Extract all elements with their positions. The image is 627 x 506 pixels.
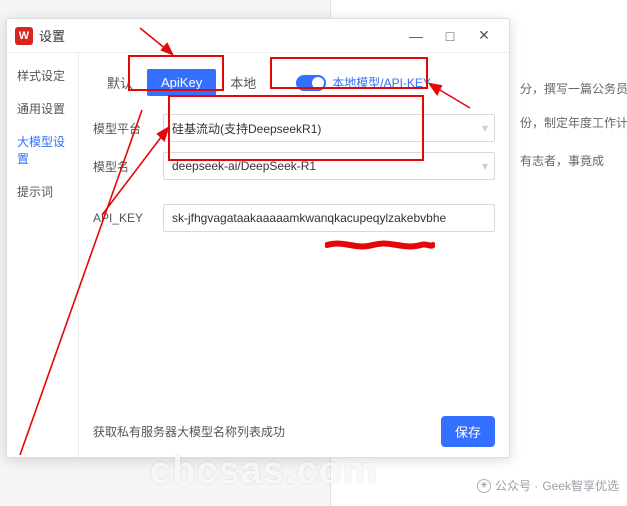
titlebar: W 设置 — □ ✕: [7, 19, 509, 53]
input-apikey[interactable]: sk-jfhgvagataakaaaaamkwanqkacupeqylzakeb…: [163, 204, 495, 232]
chevron-down-icon: ▾: [482, 121, 488, 135]
bg-text-2: 份，制定年度工作计划: [520, 114, 627, 131]
sidebar-item-general[interactable]: 通用设置: [7, 92, 78, 125]
bg-text-3: 有志者，事竟成: [520, 152, 604, 169]
footer: 获取私有服务器大模型名称列表成功 保存: [93, 408, 495, 447]
chevron-down-icon: ▾: [482, 159, 488, 173]
sidebar: 样式设定 通用设置 大模型设置 提示词: [7, 53, 79, 457]
select-model[interactable]: deepseek-ai/DeepSeek-R1 ▾: [163, 152, 495, 180]
select-platform-value: 硅基流动(支持DeepseekR1): [172, 120, 321, 137]
tabs-row: 默认 ApiKey 本地 本地模型/API-KEY: [93, 67, 495, 98]
dialog-title: 设置: [39, 26, 399, 45]
minimize-button[interactable]: —: [399, 21, 433, 51]
maximize-button[interactable]: □: [433, 21, 467, 51]
save-button[interactable]: 保存: [441, 416, 495, 447]
local-model-toggle-block: 本地模型/API-KEY: [296, 74, 431, 91]
select-platform[interactable]: 硅基流动(支持DeepseekR1) ▾: [163, 114, 495, 142]
tab-local[interactable]: 本地: [216, 67, 270, 98]
tab-default[interactable]: 默认: [93, 67, 147, 98]
label-model: 模型名: [93, 158, 163, 175]
local-model-toggle-label: 本地模型/API-KEY: [332, 74, 431, 91]
label-platform: 模型平台: [93, 120, 163, 137]
app-logo: W: [15, 27, 33, 45]
sidebar-item-style[interactable]: 样式设定: [7, 59, 78, 92]
label-apikey: API_KEY: [93, 211, 163, 225]
sidebar-item-prompt[interactable]: 提示词: [7, 175, 78, 208]
dialog-body: 样式设定 通用设置 大模型设置 提示词 默认 ApiKey 本地 本地模型/AP…: [7, 53, 509, 457]
close-button[interactable]: ✕: [467, 21, 501, 51]
row-model: 模型名 deepseek-ai/DeepSeek-R1 ▾: [93, 152, 495, 180]
content-pane: 默认 ApiKey 本地 本地模型/API-KEY 模型平台 硅基流动(支持De…: [79, 53, 509, 457]
row-platform: 模型平台 硅基流动(支持DeepseekR1) ▾: [93, 114, 495, 142]
row-apikey: API_KEY sk-jfhgvagataakaaaaamkwanqkacupe…: [93, 204, 495, 232]
status-text: 获取私有服务器大模型名称列表成功: [93, 423, 441, 440]
tab-apikey[interactable]: ApiKey: [147, 69, 216, 96]
local-model-toggle[interactable]: [296, 75, 326, 91]
input-apikey-value: sk-jfhgvagataakaaaaamkwanqkacupeqylzakeb…: [172, 211, 446, 225]
sidebar-item-llm[interactable]: 大模型设置: [7, 125, 78, 175]
bg-text-1: 分，撰写一篇公务员转正: [520, 80, 627, 97]
settings-dialog: W 设置 — □ ✕ 样式设定 通用设置 大模型设置 提示词 默认 ApiKey…: [6, 18, 510, 458]
select-model-value: deepseek-ai/DeepSeek-R1: [172, 159, 316, 173]
